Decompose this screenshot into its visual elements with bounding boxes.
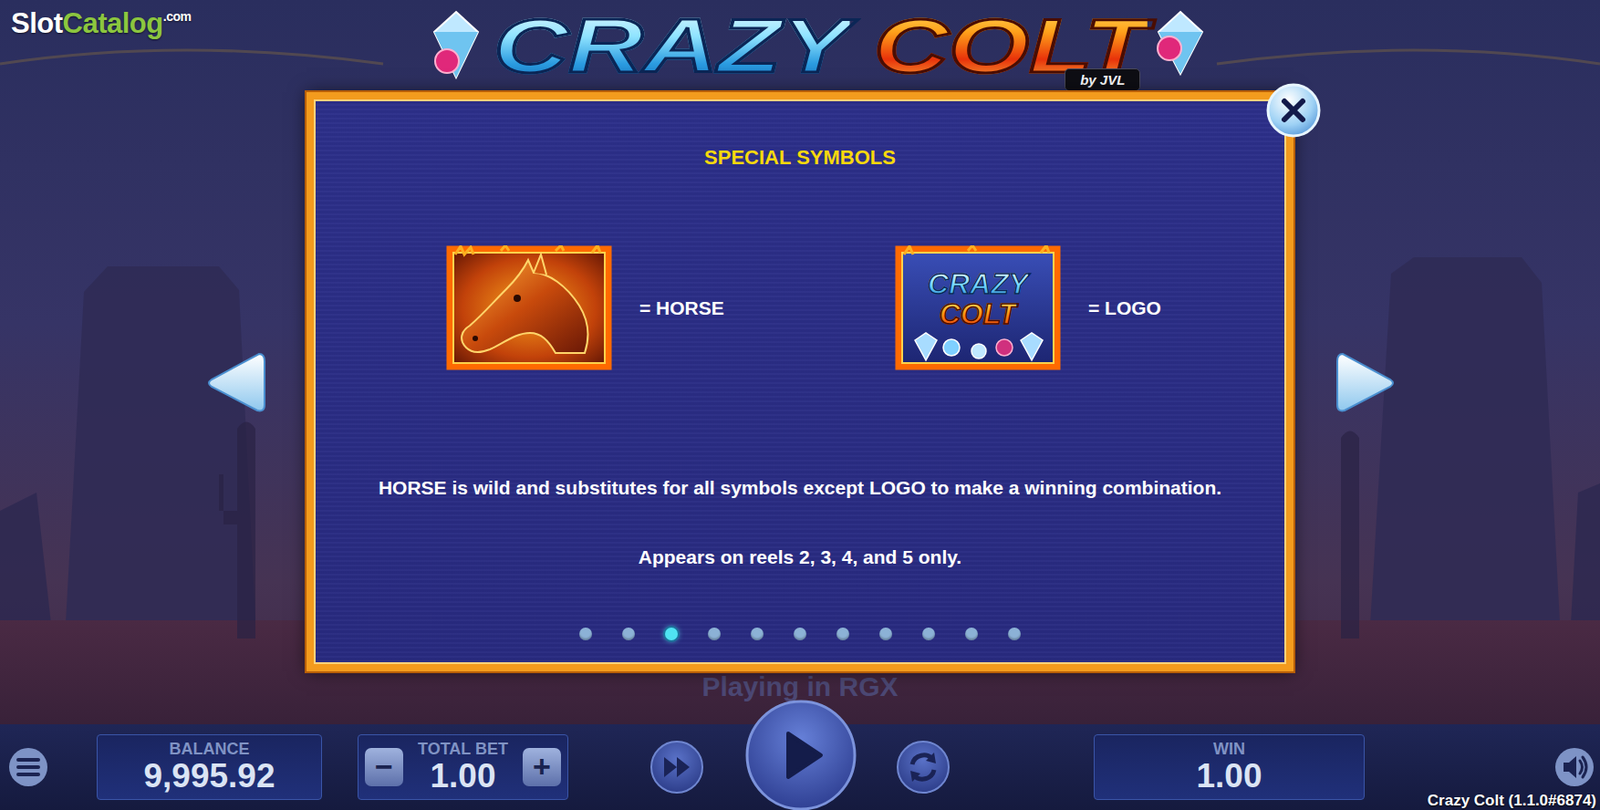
page-dot[interactable] (879, 627, 893, 641)
page-dot[interactable] (965, 627, 978, 641)
balance-value: 9,995.92 (143, 758, 275, 795)
balance-label: BALANCE (169, 739, 250, 759)
symbol-label: = LOGO (1088, 297, 1317, 320)
spin-play-icon[interactable] (744, 698, 858, 810)
logo-word-crazy: CRAZY (493, 0, 851, 92)
next-page-arrow-icon[interactable] (1335, 350, 1398, 416)
total-bet-display: TOTAL BET1.00 (406, 739, 520, 795)
watermark-catalog: Catalog (62, 7, 164, 41)
page-dot[interactable] (836, 627, 850, 641)
gems-right-icon (1149, 4, 1217, 87)
bet-increase-button[interactable]: + (522, 748, 562, 787)
watermark-slot: Slot (10, 7, 63, 41)
win-value: 1.00 (1195, 758, 1262, 795)
page-dot[interactable] (664, 627, 678, 641)
logo-symbol-word: CRAZY (927, 269, 1029, 300)
page-dot[interactable] (922, 627, 936, 641)
slotcatalog-watermark: SlotCatalog.com (10, 7, 191, 41)
bet-decrease-button[interactable]: − (364, 748, 404, 787)
page-dot[interactable] (622, 627, 635, 641)
info-dialog: SPECIAL SYMBOLS= HORSECRAZYCOLT= LOGOHOR… (306, 92, 1294, 672)
horse-wild-symbol-icon (446, 245, 613, 371)
total-bet-value: 1.00 (429, 758, 496, 795)
control-bar: BALANCE9,995.92−TOTAL BET1.00+WIN1.00 (0, 724, 1600, 810)
version-label: Crazy Colt (1.1.0#6874) (1427, 791, 1597, 810)
turbo-spin-icon[interactable] (649, 739, 705, 795)
sound-icon[interactable] (1553, 746, 1596, 789)
provider-badge: by JVL (1064, 68, 1141, 92)
win-field: WIN1.00 (1093, 734, 1365, 800)
header: CRAZYCOLTby JVL (0, 0, 1600, 93)
page-dots (579, 627, 1021, 641)
close-dialog-icon[interactable] (1265, 82, 1322, 139)
logo-symbol-art: CRAZYCOLT (894, 245, 1061, 350)
total-bet-field: −TOTAL BET1.00+ (357, 734, 569, 800)
balance-field: BALANCE9,995.92 (96, 734, 323, 800)
total-bet-label: TOTAL BET (417, 739, 509, 759)
page-dot[interactable] (579, 627, 593, 641)
page-dot[interactable] (750, 627, 764, 641)
menu-icon[interactable] (7, 746, 50, 789)
page-dot[interactable] (793, 627, 807, 641)
logo-symbol-word: COLT (939, 299, 1018, 330)
game-logo: CRAZYCOLTby JVL (419, 0, 1218, 92)
dialog-title: SPECIAL SYMBOLS (704, 146, 896, 169)
rule-text: HORSE is wild and substitutes for all sy… (378, 476, 1222, 500)
page-dot[interactable] (707, 627, 721, 641)
symbol-row: = HORSECRAZYCOLT= LOGO (313, 245, 1287, 371)
previous-page-arrow-icon[interactable] (204, 350, 267, 416)
logo-scatter-symbol-icon: CRAZYCOLT (894, 245, 1061, 371)
rule-text: Appears on reels 2, 3, 4, and 5 only. (638, 545, 962, 570)
gems-left-icon (419, 4, 493, 87)
win-label: WIN (1213, 739, 1246, 759)
symbol-label: = HORSE (639, 297, 868, 320)
dialog-area: SPECIAL SYMBOLS = HORSE CRAZYCOLT = LOGO HOR… (0, 92, 1600, 672)
autoplay-icon[interactable] (895, 739, 951, 795)
page-dot[interactable] (1007, 627, 1021, 641)
watermark-suffix: .com (163, 9, 192, 24)
